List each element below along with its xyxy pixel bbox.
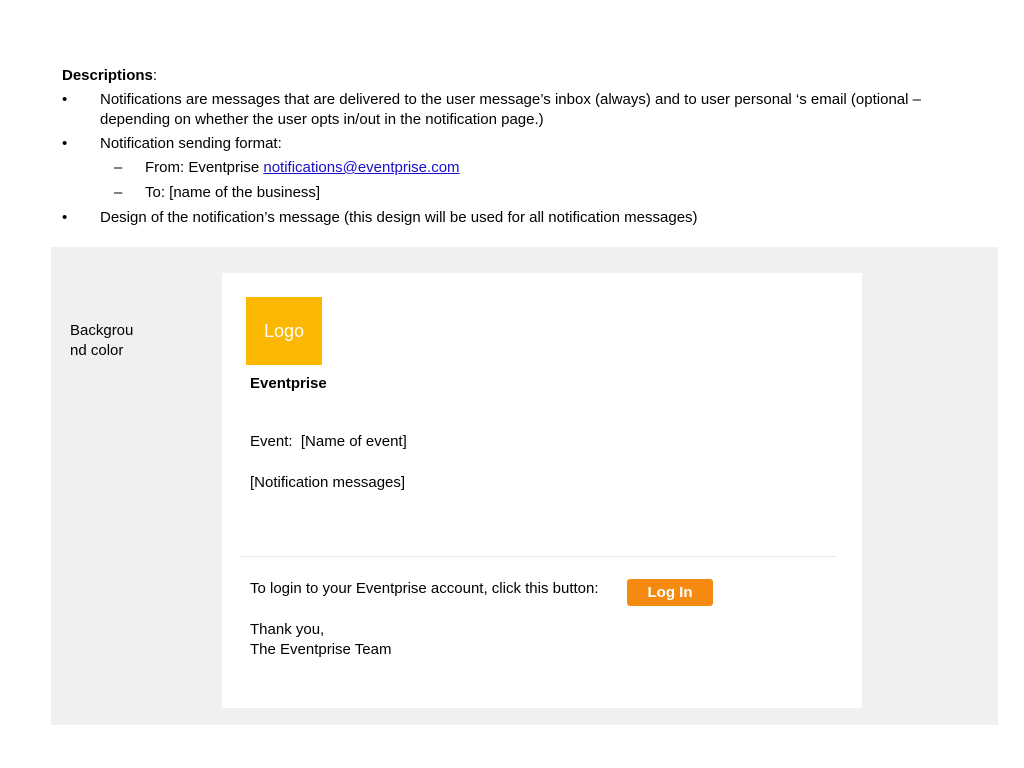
- bullet-item-format: • Notification sending format:: [62, 134, 982, 154]
- login-button[interactable]: Log In: [627, 579, 713, 606]
- descriptions-heading: Descriptions:: [62, 66, 982, 86]
- login-instruction: To login to your Eventprise account, cli…: [250, 580, 599, 597]
- to-line: To: [name of the business]: [145, 184, 321, 201]
- email-card: Logo Eventprise Event: [Name of event] […: [222, 273, 862, 708]
- divider: [240, 556, 836, 557]
- thanks-text: Thank you,: [250, 621, 325, 638]
- bullet-text-delivery: Notifications are messages that are deli…: [100, 91, 921, 128]
- from-email-link[interactable]: notifications@eventprise.com: [263, 159, 459, 176]
- notification-message: [Notification messages]: [250, 474, 406, 491]
- bullet-text-format: Notification sending format:: [100, 135, 282, 152]
- background-panel: Background color Logo Eventprise Event: …: [51, 247, 998, 725]
- dash-mark: –: [114, 184, 123, 201]
- descriptions-title-colon: :: [152, 67, 158, 84]
- sub-item-from: – From: Eventprise notifications@eventpr…: [62, 158, 982, 178]
- event-name-line: Event: [Name of event]: [250, 433, 407, 450]
- bullet-mark: •: [62, 91, 68, 108]
- from-prefix: From: Eventprise: [145, 159, 264, 176]
- logo-placeholder: Logo: [246, 297, 322, 365]
- logo-text: Logo: [263, 320, 305, 341]
- bullet-item-delivery: • Notifications are messages that are de…: [62, 90, 982, 130]
- descriptions-section: Descriptions: • Notifications are messag…: [62, 66, 982, 232]
- bullet-mark: •: [62, 135, 68, 152]
- bullet-mark: •: [62, 209, 68, 226]
- bullet-text-design: Design of the notification’s message (th…: [100, 209, 698, 226]
- dash-mark: –: [114, 159, 123, 176]
- sub-item-to: – To: [name of the business]: [62, 183, 982, 203]
- signature-text: The Eventprise Team: [250, 641, 392, 658]
- bullet-item-design: • Design of the notification’s message (…: [62, 208, 982, 228]
- brand-name: Eventprise: [250, 375, 327, 392]
- descriptions-title: Descriptions: [62, 67, 153, 84]
- background-color-label: Background color: [70, 322, 134, 359]
